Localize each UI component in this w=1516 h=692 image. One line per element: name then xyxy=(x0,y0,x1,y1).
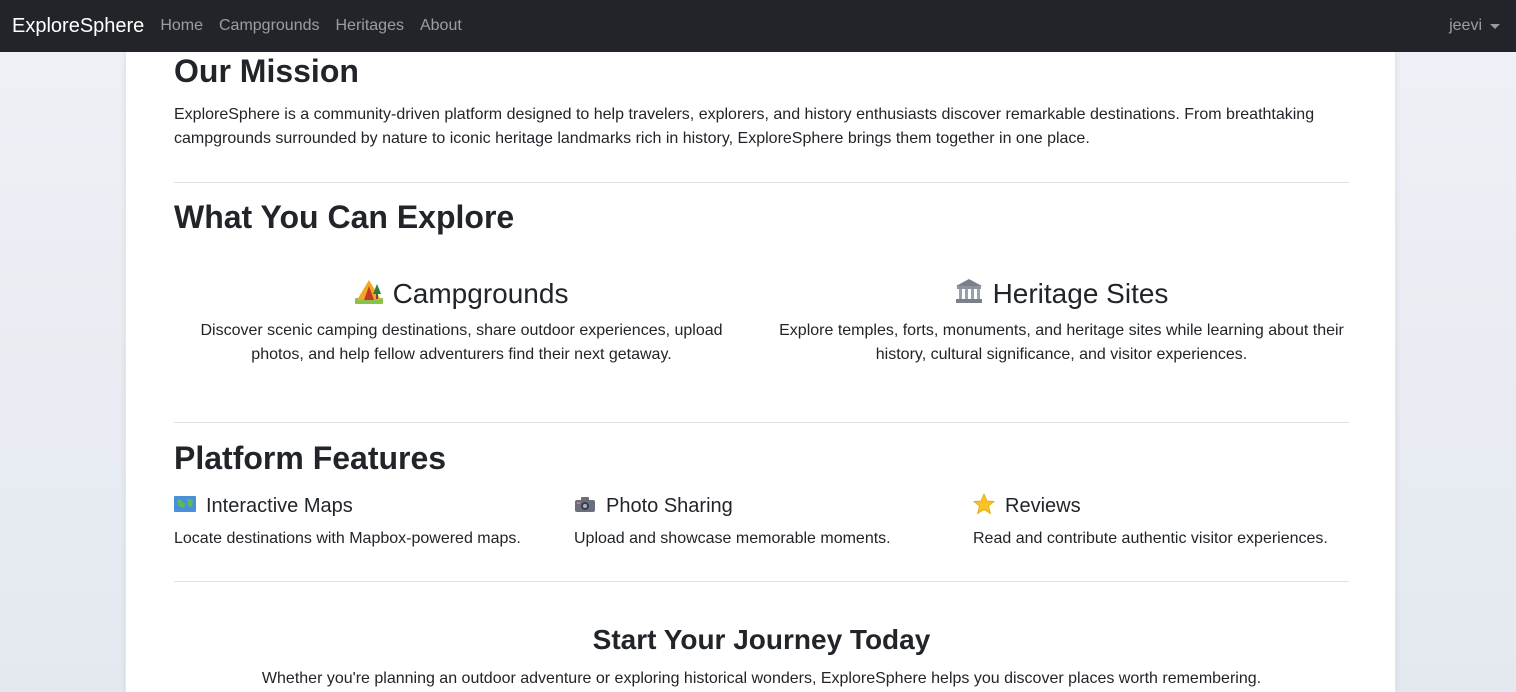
divider xyxy=(174,581,1349,582)
journey-heading: Start Your Journey Today xyxy=(592,624,931,655)
star-icon xyxy=(972,492,996,520)
explore-campgrounds: Campgrounds Discover scenic camping dest… xyxy=(174,274,749,367)
top-navbar: ExploreSphere Home Campgrounds Heritages… xyxy=(0,0,1516,52)
brand-link[interactable]: ExploreSphere xyxy=(12,15,144,38)
explore-heritage: Heritage Sites Explore temples, forts, m… xyxy=(774,274,1349,367)
classical-building-icon xyxy=(955,278,983,311)
journey-section: Start Your Journey Today Whether you're … xyxy=(174,621,1349,691)
mission-text: ExploreSphere is a community-driven plat… xyxy=(174,106,1315,147)
camera-icon xyxy=(574,495,596,518)
journey-text: Whether you're planning an outdoor adven… xyxy=(261,670,1262,687)
feature-photos-text: Upload and showcase memorable moments. xyxy=(574,530,891,547)
feature-reviews-title: Reviews xyxy=(1005,494,1081,517)
feature-photos-title: Photo Sharing xyxy=(606,494,733,517)
world-map-icon xyxy=(174,495,196,518)
nav-link-home[interactable]: Home xyxy=(160,17,203,35)
nav-link-heritages[interactable]: Heritages xyxy=(336,17,404,35)
feature-maps: Interactive Maps Locate destinations wit… xyxy=(174,493,554,551)
feature-maps-title: Interactive Maps xyxy=(206,494,353,517)
user-dropdown-toggle[interactable]: jeevi xyxy=(1449,0,1500,52)
explore-heading: What You Can Explore xyxy=(174,199,515,235)
about-card: Our Mission ExploreSphere is a community… xyxy=(125,52,1396,692)
nav-links: Home Campgrounds Heritages About xyxy=(160,17,477,35)
feature-maps-text: Locate destinations with Mapbox-powered … xyxy=(174,530,521,547)
feature-reviews: Reviews Read and contribute authentic vi… xyxy=(972,492,1353,551)
features-heading: Platform Features xyxy=(174,440,447,476)
explore-campgrounds-title: Campgrounds xyxy=(392,278,569,309)
divider xyxy=(174,182,1349,183)
explore-heritage-text: Explore temples, forts, monuments, and h… xyxy=(779,322,1344,363)
explore-heritage-title: Heritage Sites xyxy=(992,278,1169,309)
camping-icon xyxy=(354,278,383,311)
mission-heading: Our Mission xyxy=(174,53,359,89)
user-name: jeevi xyxy=(1449,17,1482,34)
caret-down-icon xyxy=(1490,23,1500,29)
divider xyxy=(174,422,1349,423)
nav-link-about[interactable]: About xyxy=(420,17,462,35)
nav-link-campgrounds[interactable]: Campgrounds xyxy=(219,17,320,35)
explore-campgrounds-text: Discover scenic camping destinations, sh… xyxy=(200,322,723,363)
feature-reviews-text: Read and contribute authentic visitor ex… xyxy=(973,530,1328,547)
feature-photos: Photo Sharing Upload and showcase memora… xyxy=(574,493,954,551)
